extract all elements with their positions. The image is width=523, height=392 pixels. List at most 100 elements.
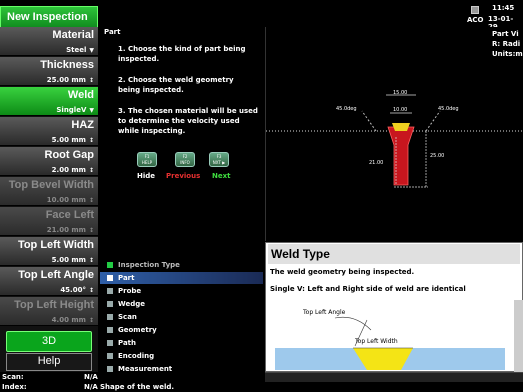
weld-cross-section: 15.00 10.00 45.0deg 45.0deg 21.00 25.00	[266, 90, 523, 188]
param-value-text: Steel	[66, 46, 87, 54]
face-dim: 21.00	[369, 160, 383, 166]
thickness-dim: 25.00	[430, 153, 444, 159]
nav-item-measurement[interactable]: Measurement	[100, 363, 263, 375]
param-root-gap[interactable]: Root Gap 2.00 mm ↕	[0, 147, 98, 176]
param-value: 2.00 mm ↕	[52, 166, 94, 174]
stepper-icon: ↕	[88, 137, 94, 144]
nav-item-label: Geometry	[118, 326, 157, 334]
part-view-title: Part Vi	[492, 30, 519, 38]
inspection-title-tab[interactable]: New Inspection	[0, 6, 98, 28]
nav-item-label: Path	[118, 339, 136, 347]
stepper-icon: ↕	[88, 317, 94, 324]
param-value-text: 5.00 mm	[51, 136, 86, 144]
param-haz[interactable]: HAZ 5.00 mm ↕	[0, 117, 98, 146]
right-angle-guide	[425, 110, 441, 132]
stepper-icon: ↕	[88, 227, 94, 234]
weld-type-diagram: Top Left Angle Top Left Width	[275, 309, 505, 370]
info-title: Weld Type	[268, 244, 520, 264]
nav-item-part[interactable]: Part	[100, 272, 263, 284]
3d-view-button[interactable]: 3D	[6, 331, 92, 352]
param-label: Weld	[67, 89, 94, 101]
nav-item-label: Measurement	[118, 365, 173, 373]
bullet-icon	[107, 288, 113, 294]
info-vertical-scrollbar[interactable]	[514, 300, 523, 372]
nav-item-label: Inspection Type	[118, 261, 180, 269]
param-label: Top Left Height	[14, 299, 94, 311]
part-view-radius: R: Radi	[492, 40, 521, 48]
bullet-icon	[107, 340, 113, 346]
param-value: 21.00 mm ↕	[47, 226, 94, 234]
param-label: Top Left Width	[17, 239, 94, 251]
instruction-step: 1. Choose the kind of part being inspect…	[118, 45, 246, 63]
stepper-icon: ↕	[88, 77, 94, 84]
diagram-angle-label: Top Left Angle	[302, 309, 346, 316]
param-face-left: Face Left 21.00 mm ↕	[0, 207, 98, 236]
info-detail: Single V: Left and Right side of weld ar…	[270, 285, 466, 293]
param-value: 45.00° ↕	[60, 286, 94, 294]
param-weld[interactable]: Weld SingleV ▼	[0, 87, 98, 116]
nav-item-probe[interactable]: Probe	[100, 285, 263, 297]
part-view-horizontal-scrollbar[interactable]	[265, 372, 523, 382]
diagram-width-label: Top Left Width	[354, 338, 398, 345]
nav-item-label: Wedge	[118, 300, 145, 308]
nav-item-scan[interactable]: Scan	[100, 311, 263, 323]
param-value: 4.00 mm ↕	[52, 316, 94, 324]
param-value-text: 45.00°	[60, 286, 86, 294]
index-value: N/A	[84, 383, 98, 391]
stepper-icon: ↕	[88, 287, 94, 294]
param-label: Root Gap	[44, 149, 95, 161]
param-thickness[interactable]: Thickness 25.00 mm ↕	[0, 57, 98, 86]
param-value: SingleV ▼	[56, 106, 94, 114]
f2-previous-key-icon[interactable]: F2 INFO	[175, 152, 195, 167]
bullet-icon	[107, 353, 113, 359]
param-value-text: 10.00 mm	[46, 196, 86, 204]
nav-item-wedge[interactable]: Wedge	[100, 298, 263, 310]
param-value-text: 21.00 mm	[46, 226, 86, 234]
right-angle-dim: 45.0deg	[438, 106, 459, 112]
left-angle-guide	[361, 110, 377, 132]
left-angle-dim: 45.0deg	[336, 106, 357, 112]
param-label: Top Left Angle	[18, 269, 94, 281]
top-bevel-dim: 15.00	[393, 90, 407, 96]
param-label: HAZ	[71, 119, 94, 131]
next-button[interactable]: Next	[212, 172, 230, 180]
param-label: Top Bevel Width	[8, 179, 94, 191]
nav-item-encoding[interactable]: Encoding	[100, 350, 263, 362]
stepper-icon: ↕	[88, 167, 94, 174]
previous-button[interactable]: Previous	[166, 172, 200, 180]
param-top-left-width[interactable]: Top Left Width 5.00 mm ↕	[0, 237, 98, 266]
f3-next-key-icon[interactable]: F3 NXT ▶	[209, 152, 229, 167]
hide-button[interactable]: Hide	[137, 172, 155, 180]
nav-item-geometry[interactable]: Geometry	[100, 324, 263, 336]
param-value-text: 5.00 mm	[51, 256, 86, 264]
status-indicator-icon	[471, 6, 479, 14]
f1-hide-key-icon[interactable]: F1 HELP	[137, 152, 157, 167]
instruction-header: Part	[104, 28, 121, 36]
bullet-icon	[107, 366, 113, 372]
instruction-step: 3. The chosen material will be used to d…	[118, 107, 258, 135]
param-value: Steel ▼	[66, 46, 94, 54]
part-view-panel: 15.00 10.00 45.0deg 45.0deg 21.00 25.00	[265, 27, 523, 241]
weld-body	[387, 126, 415, 186]
bullet-icon	[107, 301, 113, 307]
param-material[interactable]: Material Steel ▼	[0, 27, 98, 56]
nav-item-label: Encoding	[118, 352, 155, 360]
param-top-left-angle[interactable]: Top Left Angle 45.00° ↕	[0, 267, 98, 296]
nav-item-label: Probe	[118, 287, 142, 295]
nav-item-label: Part	[118, 274, 135, 282]
chevron-down-icon: ▼	[89, 107, 94, 114]
param-value-text: SingleV	[56, 106, 87, 114]
index-label: Index:	[2, 383, 27, 391]
param-value: 25.00 mm ↕	[47, 76, 94, 84]
bullet-icon	[107, 275, 113, 281]
scan-value: N/A	[84, 373, 98, 381]
param-value-text: 25.00 mm	[46, 76, 86, 84]
param-label: Face Left	[45, 209, 94, 221]
param-value: 5.00 mm ↕	[52, 136, 94, 144]
help-button[interactable]: Help	[6, 353, 92, 371]
part-view-units: Units:m	[492, 50, 523, 58]
nav-item-path[interactable]: Path	[100, 337, 263, 349]
stepper-icon: ↕	[88, 257, 94, 264]
stepper-icon: ↕	[88, 197, 94, 204]
nav-item-label: Scan	[118, 313, 137, 321]
